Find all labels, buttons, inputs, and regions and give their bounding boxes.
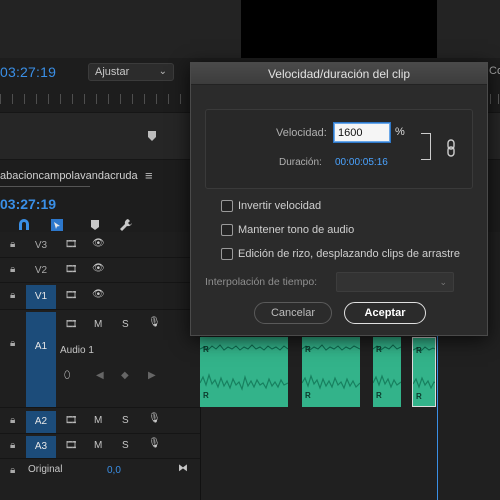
- audio-clip[interactable]: R R: [373, 337, 401, 407]
- lock-icon[interactable]: 🔒︎: [10, 338, 15, 349]
- lock-icon[interactable]: 🔒︎: [10, 239, 15, 250]
- duration-value[interactable]: 00:00:05:16: [335, 157, 388, 168]
- cancel-button[interactable]: Cancelar: [254, 302, 332, 324]
- program-time-ruler[interactable]: [0, 94, 190, 104]
- track-label[interactable]: V1: [26, 285, 56, 309]
- clip-r-label: R: [203, 345, 209, 354]
- checkbox-label: Edición de rizo, desplazando clips de ar…: [238, 248, 460, 260]
- mute-button[interactable]: M: [94, 440, 102, 451]
- truncated-label: Co: [489, 65, 500, 77]
- speed-label: Velocidad:: [276, 127, 327, 139]
- sequence-timecode[interactable]: 03:27:19: [0, 196, 56, 212]
- mute-button[interactable]: M: [94, 415, 102, 426]
- clip-r-label: R: [376, 345, 382, 354]
- checkbox-label: Invertir velocidad: [238, 200, 322, 212]
- track-v1[interactable]: 🔒︎ V1 🎞︎ 👁︎: [0, 284, 200, 310]
- marker-icon[interactable]: [147, 130, 157, 142]
- clip-speed-duration-dialog: Velocidad/duración del clip Velocidad: %…: [190, 62, 488, 336]
- sequence-tab-title[interactable]: abacioncampolavandacruda: [0, 170, 138, 182]
- film-icon[interactable]: 🎞︎: [65, 440, 78, 451]
- prev-keyframe-icon[interactable]: ◀: [96, 370, 104, 381]
- mute-button[interactable]: M: [94, 319, 102, 330]
- dialog-title[interactable]: Velocidad/duración del clip: [191, 63, 487, 85]
- add-marker-icon[interactable]: [88, 218, 102, 232]
- film-icon[interactable]: 🎞︎: [65, 239, 78, 250]
- film-icon[interactable]: 🎞︎: [65, 290, 78, 301]
- lock-icon[interactable]: 🔒︎: [10, 290, 15, 301]
- track-name-label[interactable]: Audio 1: [60, 345, 94, 356]
- eye-icon[interactable]: 👁︎: [92, 238, 105, 249]
- clip-r-label: R: [203, 391, 209, 400]
- solo-button[interactable]: S: [122, 440, 129, 451]
- solo-button[interactable]: S: [122, 319, 129, 330]
- audio-clip-selected[interactable]: R R: [412, 337, 436, 407]
- audio-clip[interactable]: R R: [200, 337, 288, 407]
- audio-clip[interactable]: R R: [302, 337, 360, 407]
- track-a3[interactable]: 🔒︎ A3 🎞︎ M S 🎙︎: [0, 435, 200, 459]
- link-bracket: [421, 133, 431, 160]
- waveform: [200, 344, 288, 391]
- checkbox-label: Mantener tono de audio: [238, 224, 355, 236]
- master-track-label: Original: [28, 464, 63, 475]
- hamburger-icon[interactable]: ≡: [145, 168, 153, 183]
- track-label[interactable]: V3: [26, 235, 56, 257]
- film-icon[interactable]: 🎞︎: [65, 319, 78, 330]
- ripple-edit-checkbox[interactable]: [221, 248, 233, 260]
- microphone-icon[interactable]: 🎙︎: [148, 317, 161, 328]
- eye-icon[interactable]: 👁︎: [92, 263, 105, 274]
- track-label[interactable]: V2: [26, 260, 56, 282]
- duration-label: Duración:: [279, 157, 322, 168]
- magnet-snap-icon[interactable]: [17, 218, 31, 232]
- film-icon[interactable]: 🎞︎: [65, 415, 78, 426]
- chain-link-icon[interactable]: [445, 139, 457, 157]
- track-v3[interactable]: 🔒︎ V3 🎞︎ 👁︎: [0, 234, 200, 258]
- chevron-down-icon: ⌄: [439, 277, 447, 287]
- lock-icon[interactable]: 🔒︎: [10, 440, 15, 451]
- speed-input[interactable]: [334, 123, 390, 142]
- microphone-icon[interactable]: 🎙︎: [148, 438, 161, 449]
- track-label[interactable]: A1: [26, 336, 56, 358]
- chevron-down-icon: ⌄: [158, 66, 167, 77]
- time-interpolation-select[interactable]: ⌄: [336, 272, 454, 292]
- keyframe-icon[interactable]: ⬯: [64, 370, 70, 381]
- track-label[interactable]: A2: [26, 411, 56, 433]
- next-keyframe-icon[interactable]: ▶: [148, 370, 156, 381]
- speed-unit: %: [395, 126, 405, 138]
- time-interpolation-label: Interpolación de tiempo:: [205, 276, 318, 288]
- eye-icon[interactable]: 👁︎: [92, 289, 105, 300]
- microphone-icon[interactable]: 🎙︎: [148, 413, 161, 424]
- fit-zoom-select[interactable]: Ajustar ⌄: [88, 63, 174, 81]
- solo-button[interactable]: S: [122, 415, 129, 426]
- lock-icon[interactable]: 🔒︎: [10, 264, 15, 275]
- go-to-end-icon[interactable]: ⧓: [178, 463, 188, 474]
- wrench-icon[interactable]: [119, 218, 133, 232]
- track-a2[interactable]: 🔒︎ A2 🎞︎ M S 🎙︎: [0, 410, 200, 434]
- track-a1[interactable]: 🔒︎ A1 🎞︎ M S 🎙︎ Audio 1 ⬯ ◀ ◆ ▶: [0, 312, 200, 408]
- master-volume-value[interactable]: 0,0: [107, 465, 121, 476]
- program-time-ruler-right: [490, 94, 500, 104]
- track-master[interactable]: 🔒︎ Original 0,0 ⧓: [0, 460, 200, 484]
- film-icon[interactable]: 🎞︎: [65, 264, 78, 275]
- maintain-pitch-checkbox[interactable]: [221, 224, 233, 236]
- fit-select-value: Ajustar: [95, 66, 130, 78]
- clip-r-label: R: [416, 346, 422, 355]
- linked-selection-icon[interactable]: [50, 218, 64, 232]
- clip-r-label: R: [305, 391, 311, 400]
- track-label[interactable]: A3: [26, 436, 56, 458]
- ok-button[interactable]: Aceptar: [344, 302, 426, 324]
- speed-duration-group: [205, 109, 473, 189]
- lock-icon[interactable]: 🔒︎: [10, 415, 15, 426]
- track-v2[interactable]: 🔒︎ V2 🎞︎ 👁︎: [0, 259, 200, 283]
- program-timecode[interactable]: 03:27:19: [0, 64, 56, 80]
- clip-r-label: R: [416, 392, 422, 401]
- program-monitor-video[interactable]: [241, 0, 437, 58]
- clip-r-label: R: [376, 391, 382, 400]
- add-keyframe-icon[interactable]: ◆: [121, 370, 129, 381]
- clip-r-label: R: [305, 345, 311, 354]
- tab-underline: [0, 186, 90, 187]
- lock-icon[interactable]: 🔒︎: [10, 465, 15, 476]
- reverse-speed-checkbox[interactable]: [221, 200, 233, 212]
